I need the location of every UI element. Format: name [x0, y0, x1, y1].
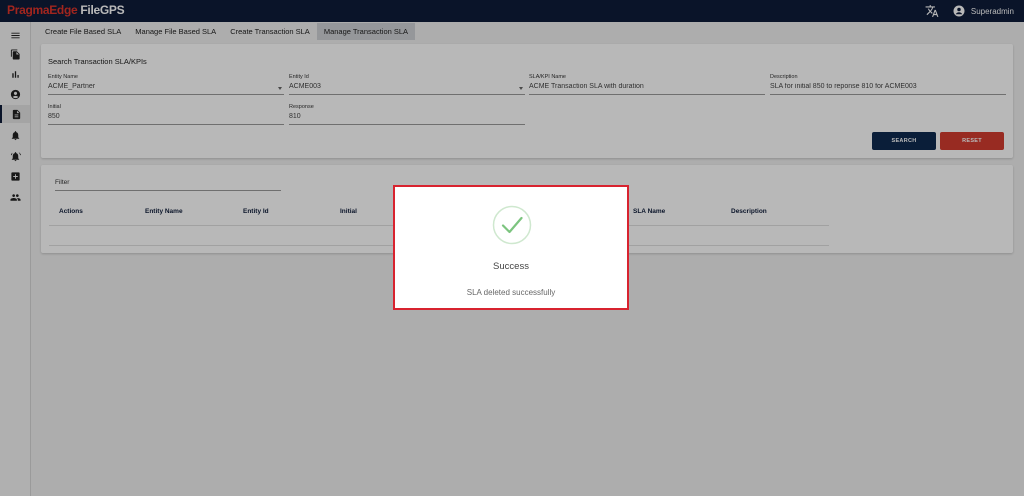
- check-circle-icon: [492, 205, 532, 245]
- dialog-title: Success: [493, 261, 529, 272]
- dialog-message: SLA deleted successfully: [466, 288, 556, 297]
- success-dialog: Success SLA deleted successfully: [393, 185, 629, 310]
